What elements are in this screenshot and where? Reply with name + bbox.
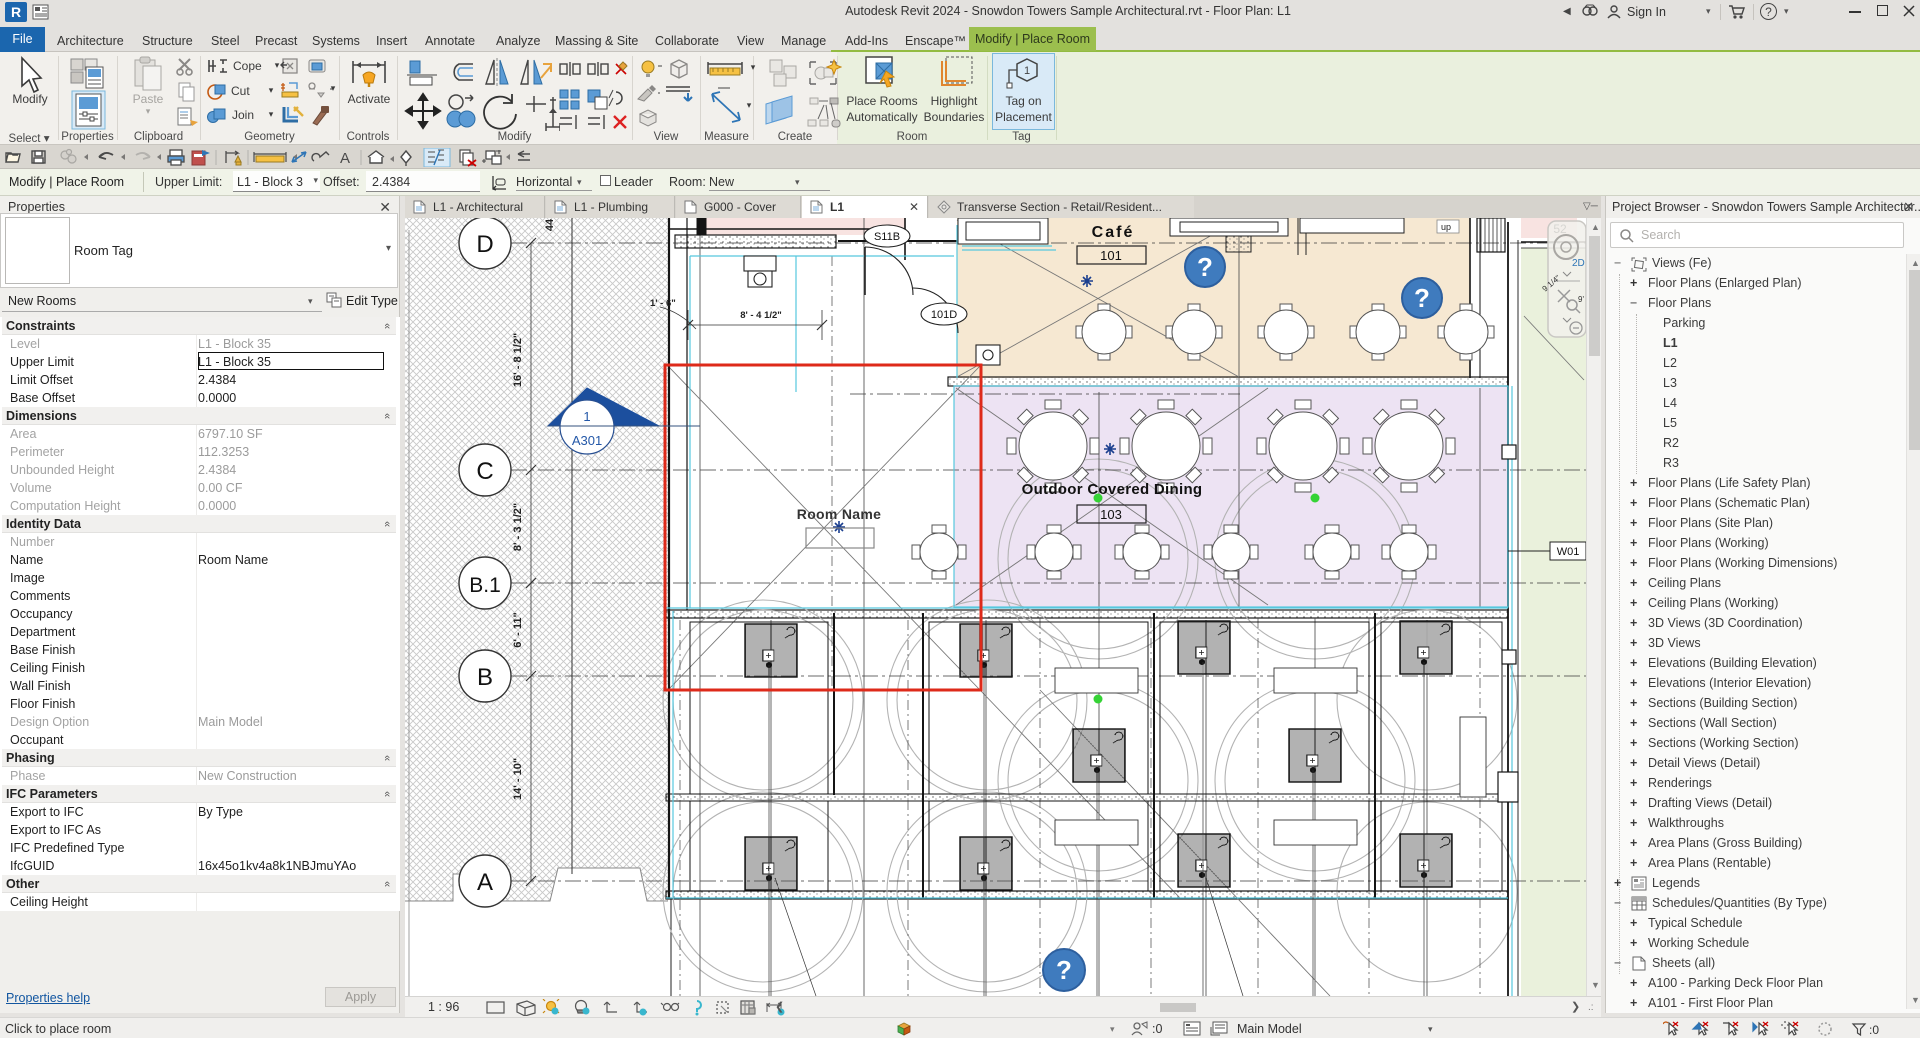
svg-text:14' - 10": 14' - 10" (512, 758, 524, 800)
svg-text:A301: A301 (572, 433, 602, 448)
svg-text:A: A (477, 869, 493, 896)
svg-text:Café: Café (1092, 224, 1135, 241)
svg-text:101D: 101D (931, 309, 957, 321)
svg-text:1' - 6": 1' - 6" (650, 298, 676, 309)
svg-text:8' - 3 1/2": 8' - 3 1/2" (512, 503, 524, 551)
svg-text:?: ? (1197, 252, 1213, 282)
svg-text:1: 1 (1024, 65, 1030, 77)
svg-text:D: D (476, 231, 493, 258)
svg-text:C: C (476, 458, 493, 485)
svg-text:S11B: S11B (874, 231, 900, 243)
svg-text:W01: W01 (1557, 546, 1580, 558)
svg-text:1: 1 (583, 409, 590, 424)
svg-text:up: up (1441, 222, 1451, 232)
svg-text:9': 9' (1578, 295, 1584, 304)
svg-text:8' - 4 1/2": 8' - 4 1/2" (740, 310, 782, 321)
svg-text:103: 103 (1100, 507, 1122, 522)
svg-text:B: B (477, 664, 493, 691)
svg-text:?: ? (1414, 283, 1430, 313)
svg-text:?: ? (1056, 955, 1072, 985)
svg-text:44: 44 (544, 218, 556, 231)
svg-text:2D: 2D (1572, 258, 1585, 269)
svg-text:Outdoor Covered Dining: Outdoor Covered Dining (1022, 481, 1203, 498)
svg-text:B.1: B.1 (469, 574, 501, 597)
svg-text:6' - 11": 6' - 11" (512, 612, 524, 647)
svg-text:Room Name: Room Name (797, 506, 881, 522)
svg-text:A: A (340, 150, 350, 167)
svg-text::0: :0 (1869, 1023, 1879, 1037)
svg-text:101: 101 (1100, 248, 1122, 263)
svg-text:16' - 8 1/2": 16' - 8 1/2" (512, 333, 524, 387)
